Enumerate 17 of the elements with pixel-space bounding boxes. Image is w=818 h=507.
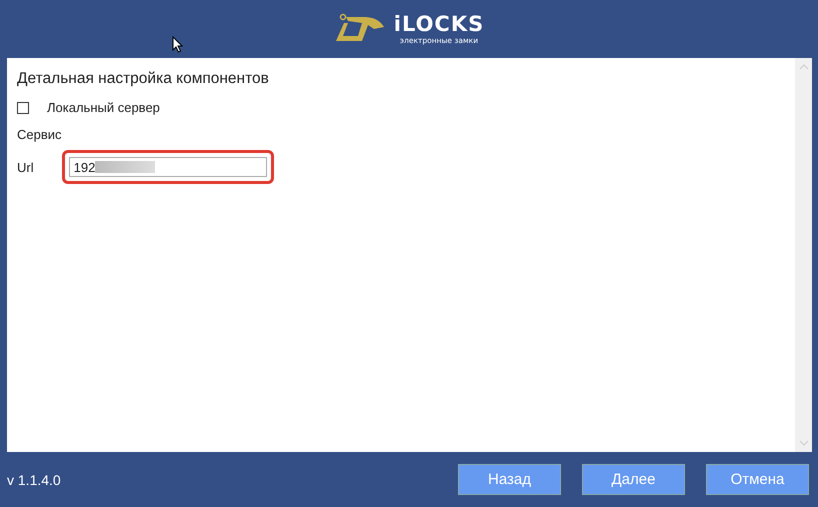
url-value: 192 [74, 160, 96, 174]
scroll-up-icon[interactable] [798, 64, 808, 70]
footer-button[interactable]: Назад [458, 464, 561, 495]
cursor-icon [172, 36, 183, 53]
panel-title: Детальная настройка компонентов [17, 70, 270, 88]
url-label: Url [17, 160, 34, 174]
checkbox-label: Локальный сервер [47, 100, 160, 115]
footer-button[interactable]: Отмена [706, 464, 809, 495]
footer-button[interactable]: Далее [582, 464, 685, 495]
section-label: Сервис [17, 127, 63, 142]
url-field[interactable]: 192 [68, 157, 267, 177]
scroll-down-icon[interactable] [798, 440, 808, 446]
scrollbar[interactable] [795, 58, 812, 452]
logo-title: iLOCKS [394, 14, 484, 35]
redacted-blur [95, 161, 156, 173]
version-label: v 1.1.4.0 [7, 472, 61, 488]
checkbox[interactable] [17, 102, 29, 114]
